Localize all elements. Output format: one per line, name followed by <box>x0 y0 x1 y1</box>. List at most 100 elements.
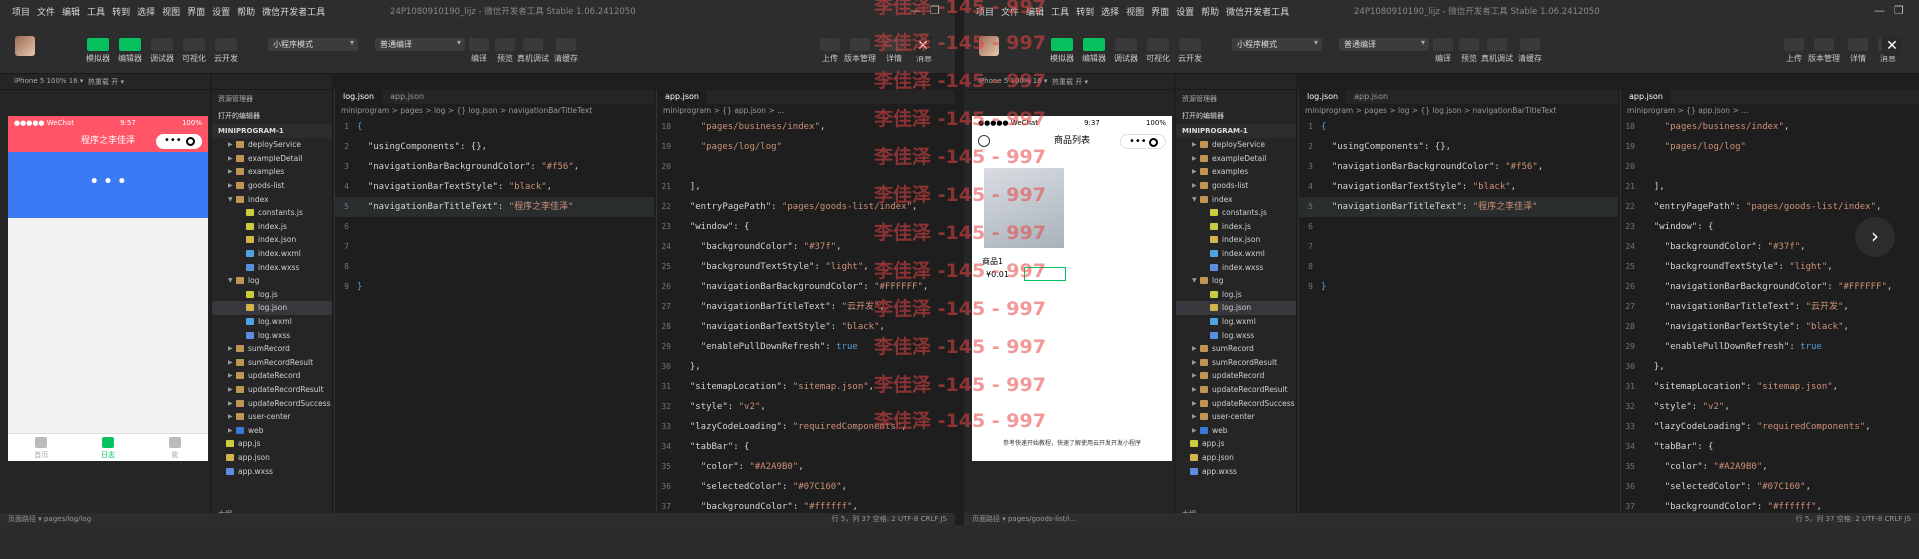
toolbar-right-icon[interactable] <box>1784 38 1804 51</box>
tree-file[interactable]: constants.js <box>212 206 332 220</box>
toolbar-action-icon[interactable] <box>1459 38 1479 51</box>
tree-file[interactable]: app.js <box>1176 437 1296 451</box>
capsule-button[interactable]: ••• <box>156 134 202 149</box>
toolbar-action-icon[interactable] <box>1520 38 1540 51</box>
toolbar-button-icon[interactable] <box>1051 38 1073 51</box>
tree-folder[interactable]: ▶ examples <box>1176 165 1296 179</box>
code-line[interactable]: 21 ], <box>657 177 955 197</box>
page-path[interactable]: 页面路径 ▾ pages/log/log <box>8 515 91 523</box>
tree-folder[interactable]: ▼ index <box>212 192 332 206</box>
menu-item[interactable]: 项目 <box>976 5 994 18</box>
tab-log-json[interactable]: log.json <box>335 90 383 104</box>
tree-folder[interactable]: ▶ sumRecordResult <box>212 356 332 370</box>
tree-folder[interactable]: ▼ log <box>212 274 332 288</box>
code-line[interactable]: 1{ <box>1299 117 1618 137</box>
code-line[interactable]: 32 "style": "v2", <box>657 397 955 417</box>
code-line[interactable]: 28 "navigationBarTextStyle": "black", <box>1621 317 1919 337</box>
tree-folder[interactable]: ▶ goods-list <box>1176 179 1296 193</box>
hot-reload-toggle[interactable]: 热重载 开 ▾ <box>1052 77 1088 87</box>
menu-item[interactable]: 文件 <box>37 5 55 18</box>
quantity-input[interactable] <box>1024 267 1066 281</box>
home-icon[interactable] <box>978 135 990 147</box>
tab-app-json[interactable]: app.json <box>1621 90 1671 104</box>
menu-item[interactable]: 转到 <box>112 5 130 18</box>
code-line[interactable]: 5 "navigationBarTitleText": "程序之李佳泽" <box>1299 197 1618 217</box>
tree-file[interactable]: index.wxss <box>212 260 332 274</box>
tree-folder[interactable]: ▶ web <box>1176 423 1296 437</box>
maximize-icon[interactable]: ❐ <box>1894 4 1904 17</box>
tab-log[interactable]: 日志 <box>75 434 142 461</box>
tree-file[interactable]: log.wxml <box>212 315 332 329</box>
menu-item[interactable]: 帮助 <box>237 5 255 18</box>
code-line[interactable]: 20 <box>657 157 955 177</box>
toolbar-action-icon[interactable] <box>1433 38 1453 51</box>
tab-me[interactable]: 我 <box>141 434 208 461</box>
code-line[interactable]: 8 <box>335 257 654 277</box>
menu-item[interactable]: 微信开发者工具 <box>1226 5 1289 18</box>
project-root[interactable]: MINIPROGRAM-1 <box>212 124 332 138</box>
code-line[interactable]: 34 "tabBar": { <box>657 437 955 457</box>
code-line[interactable]: 7 <box>1299 237 1618 257</box>
toolbar-right-icon[interactable] <box>1814 38 1834 51</box>
tree-folder[interactable]: ▶ user-center <box>212 410 332 424</box>
toolbar-action-icon[interactable] <box>523 38 543 51</box>
code-line[interactable]: 20 <box>1621 157 1919 177</box>
minimize-icon[interactable]: — <box>910 4 921 17</box>
close-circle-icon[interactable] <box>186 137 195 146</box>
tree-folder[interactable]: ▶ deployService <box>1176 138 1296 152</box>
more-icon[interactable]: ••• <box>164 130 182 152</box>
tab-app-json[interactable]: app.json <box>382 90 432 104</box>
toolbar-right-icon[interactable] <box>850 38 870 51</box>
tree-folder[interactable]: ▶ exampleDetail <box>212 152 332 166</box>
goods-image[interactable] <box>984 168 1064 248</box>
tree-file[interactable]: index.wxml <box>1176 247 1296 261</box>
tree-file[interactable]: log.json <box>212 301 332 315</box>
menu-item[interactable]: 帮助 <box>1201 5 1219 18</box>
tree-folder[interactable]: ▶ sumRecordResult <box>1176 356 1296 370</box>
next-arrow-icon[interactable]: › <box>1855 217 1895 257</box>
tree-file[interactable]: index.js <box>212 220 332 234</box>
code-line[interactable]: 18 "pages/business/index", <box>657 117 955 137</box>
tree-file[interactable]: log.wxss <box>1176 328 1296 342</box>
code-line[interactable]: 5 "navigationBarTitleText": "程序之李佳泽" <box>335 197 654 217</box>
code-area[interactable]: 18 "pages/business/index", 19 "pages/log/… <box>1621 117 1919 525</box>
tree-folder[interactable]: ▶ sumRecord <box>1176 342 1296 356</box>
avatar[interactable] <box>979 36 999 56</box>
code-line[interactable]: 24 "backgroundColor": "#37f", <box>657 237 955 257</box>
menu-item[interactable]: 微信开发者工具 <box>262 5 325 18</box>
menu-item[interactable]: 界面 <box>187 5 205 18</box>
project-root[interactable]: MINIPROGRAM-1 <box>1176 124 1296 138</box>
toolbar-right-icon[interactable] <box>820 38 840 51</box>
tree-file[interactable]: log.js <box>212 288 332 302</box>
code-line[interactable]: 22 "entryPagePath": "pages/goods-list/in… <box>1621 197 1919 217</box>
code-line[interactable]: 27 "navigationBarTitleText": "云开发", <box>1621 297 1919 317</box>
toolbar-button-icon[interactable] <box>1083 38 1105 51</box>
more-icon[interactable]: ••• <box>1129 131 1147 153</box>
tab-log-json[interactable]: log.json <box>1299 90 1347 104</box>
toolbar-action-icon[interactable] <box>1487 38 1507 51</box>
toolbar-button-icon[interactable] <box>151 38 173 51</box>
compile-select[interactable]: 普通编译 <box>1339 38 1429 51</box>
code-line[interactable]: 2 "usingComponents": {}, <box>335 137 654 157</box>
code-line[interactable]: 25 "backgroundTextStyle": "light", <box>657 257 955 277</box>
tree-file[interactable]: index.json <box>1176 233 1296 247</box>
menu-item[interactable]: 设置 <box>212 5 230 18</box>
minimize-icon[interactable]: — <box>1874 4 1885 17</box>
menu-item[interactable]: 视图 <box>1126 5 1144 18</box>
code-line[interactable]: 4 "navigationBarTextStyle": "black", <box>335 177 654 197</box>
tree-file[interactable]: app.wxss <box>212 464 332 478</box>
code-line[interactable]: 35 "color": "#A2A9B0", <box>657 457 955 477</box>
toolbar-button-icon[interactable] <box>119 38 141 51</box>
tree-folder[interactable]: ▶ updateRecord <box>1176 369 1296 383</box>
tab-app-json[interactable]: app.json <box>1346 90 1396 104</box>
tab-app-json[interactable]: app.json <box>657 90 707 104</box>
code-line[interactable]: 31 "sitemapLocation": "sitemap.json", <box>657 377 955 397</box>
tree-folder[interactable]: ▶ updateRecordSuccess <box>212 396 332 410</box>
code-line[interactable]: 33 "lazyCodeLoading": "requiredComponent… <box>657 417 955 437</box>
toolbar-action-icon[interactable] <box>495 38 515 51</box>
tree-folder[interactable]: ▶ examples <box>212 165 332 179</box>
tree-file[interactable]: app.wxss <box>1176 464 1296 478</box>
code-line[interactable]: 3 "navigationBarBackgroundColor": "#f56"… <box>1299 157 1618 177</box>
menu-item[interactable]: 转到 <box>1076 5 1094 18</box>
device-select[interactable]: iPhone 5 100% 16 ▾ <box>978 77 1047 85</box>
